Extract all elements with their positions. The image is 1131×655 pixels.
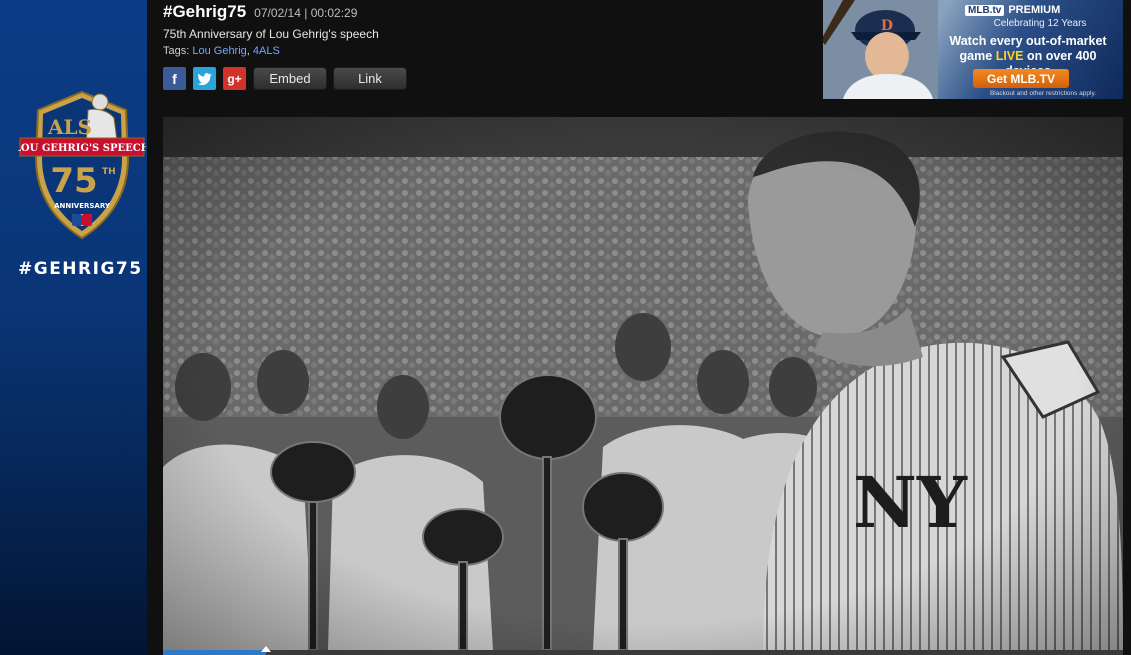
main-panel: #Gehrig75 07/02/14 | 00:02:29 75th Annive… (147, 0, 1131, 655)
tag-link-4als[interactable]: 4ALS (253, 45, 280, 57)
baseball-player-image: D (823, 0, 938, 99)
svg-text:TH: TH (102, 167, 116, 177)
ad-headline-line1: Watch every out-of-market (949, 34, 1107, 48)
google-plus-share-button[interactable]: g+ (223, 67, 246, 90)
get-mlbtv-button[interactable]: Get MLB.TV (973, 69, 1069, 88)
video-title-row: #Gehrig75 07/02/14 | 00:02:29 (163, 2, 357, 22)
video-meta: 07/02/14 | 00:02:29 (254, 6, 357, 20)
video-duration: 00:02:29 (310, 6, 358, 20)
svg-text:D: D (881, 18, 893, 34)
embed-button[interactable]: Embed (253, 67, 327, 90)
video-scrubber-handle[interactable] (260, 646, 271, 652)
link-button[interactable]: Link (333, 67, 407, 90)
svg-text:ANNIVERSARY: ANNIVERSARY (54, 202, 111, 210)
video-frame-image: NY (163, 117, 1123, 650)
video-tags: Tags: Lou Gehrig, 4ALS (163, 45, 280, 57)
hashtag-text: #GEHRIG75 (18, 259, 143, 279)
svg-text:75: 75 (50, 161, 97, 201)
mlbtv-ad-banner[interactable]: D MLB.tv PREMIUM Celebrating 12 Years Wa… (823, 0, 1123, 99)
meta-separator: | (304, 6, 308, 20)
mlbtv-logo: MLB.tv (965, 4, 1005, 16)
ad-brand: MLB.tv PREMIUM (965, 4, 1060, 16)
twitter-share-button[interactable] (193, 67, 216, 90)
video-description: 75th Anniversary of Lou Gehrig's speech (163, 27, 379, 41)
svg-text:LOU GEHRIG'S SPEECH: LOU GEHRIG'S SPEECH (18, 143, 146, 154)
facebook-share-button[interactable]: f (163, 67, 186, 90)
ad-fine-print: Blackout and other restrictions apply. (989, 90, 1097, 97)
video-progress-fill (163, 650, 266, 655)
gehrig75-logo: ALS LOU GEHRIG'S SPEECH 75 TH ANNIVERSAR… (18, 90, 146, 240)
tags-label: Tags: (163, 45, 190, 57)
tag-link-lou-gehrig[interactable]: Lou Gehrig (192, 45, 246, 57)
google-plus-icon: g+ (227, 71, 242, 86)
ad-celebrating: Celebrating 12 Years (993, 18, 1087, 29)
share-toolbar: f g+ Embed Link (163, 67, 413, 90)
video-progress-bar[interactable] (163, 646, 1123, 655)
svg-text:ALS: ALS (47, 115, 92, 139)
ad-premium-label: PREMIUM (1008, 4, 1061, 16)
sidebar: ALS LOU GEHRIG'S SPEECH 75 TH ANNIVERSAR… (0, 0, 147, 655)
twitter-bird-icon (197, 72, 212, 85)
video-player[interactable]: NY (163, 117, 1123, 650)
ad-headline-pre: game (959, 49, 996, 63)
ad-headline-live: LIVE (995, 49, 1024, 63)
mlb-logo-icon (72, 214, 92, 226)
facebook-icon: f (172, 70, 177, 87)
video-title: #Gehrig75 (163, 2, 247, 21)
video-date: 07/02/14 (254, 6, 301, 20)
